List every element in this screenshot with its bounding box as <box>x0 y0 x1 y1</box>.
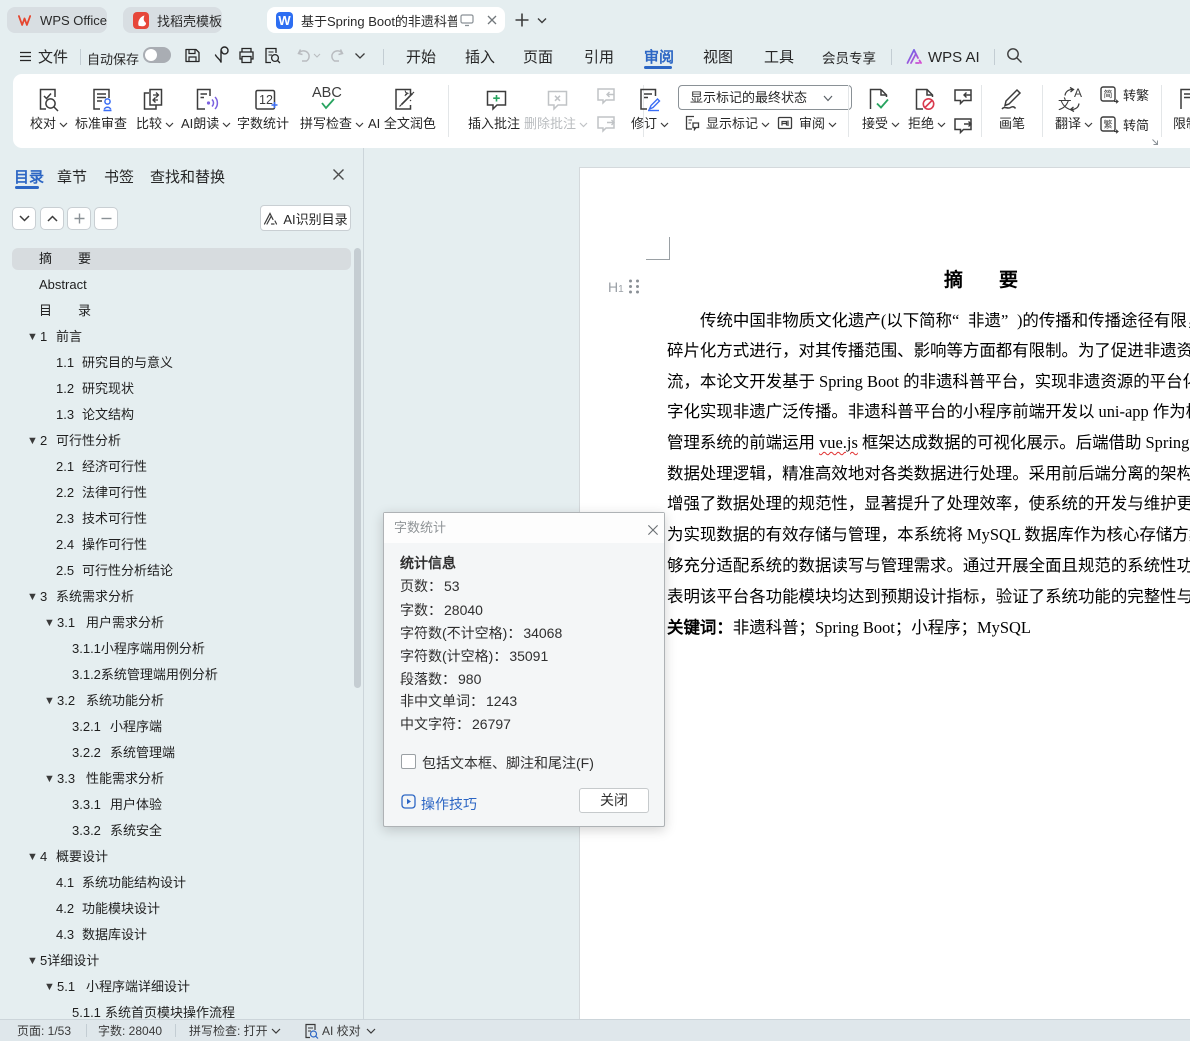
svg-text:A: A <box>1074 86 1082 100</box>
svg-text:简: 简 <box>1104 89 1113 100</box>
svg-text:繁: 繁 <box>1104 119 1113 130</box>
svg-text:12: 12 <box>259 93 273 107</box>
svg-text:ABC: ABC <box>312 85 342 101</box>
